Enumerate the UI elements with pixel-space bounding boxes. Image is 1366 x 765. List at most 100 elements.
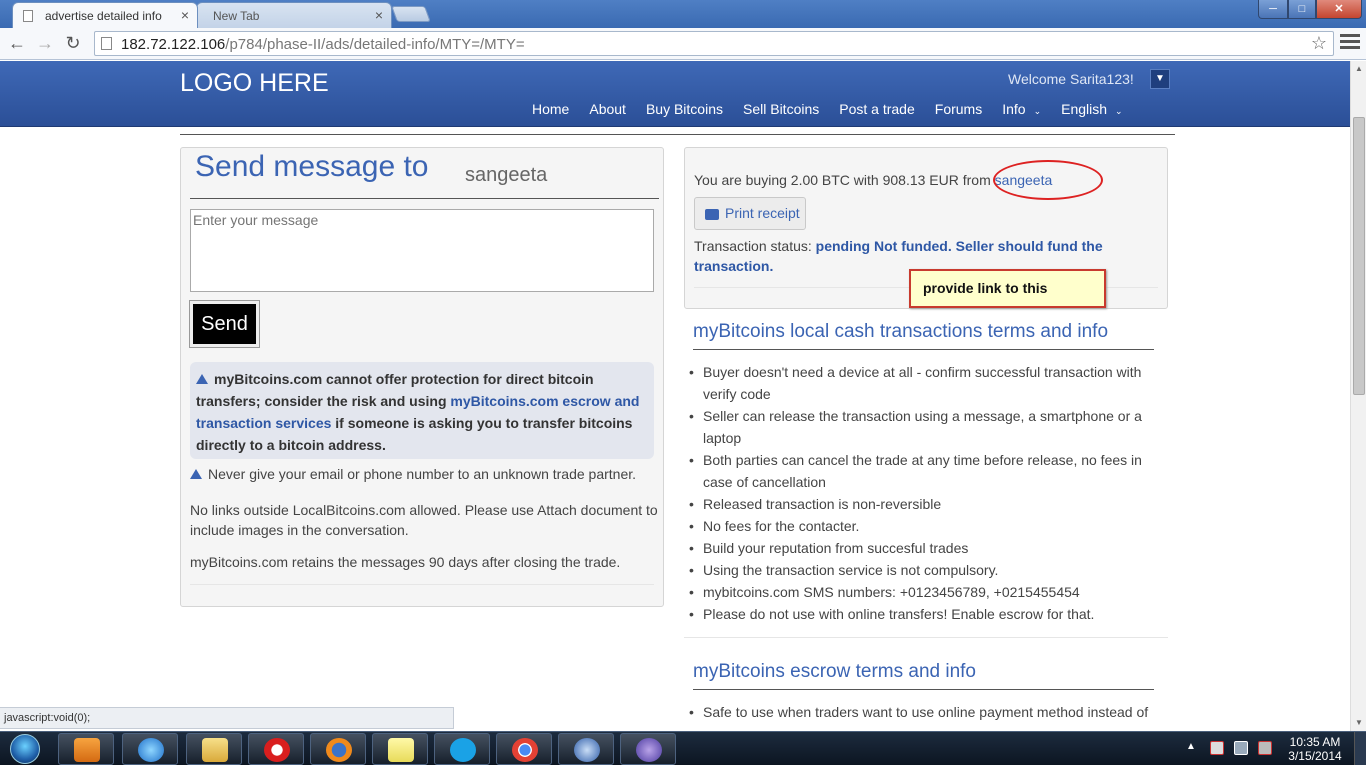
firefox-icon [326,738,352,762]
chrome-icon [512,738,538,762]
panel-divider [190,584,654,585]
annotation-oval [993,160,1103,200]
volume-muted-icon[interactable] [1258,741,1272,755]
back-arrow-icon[interactable]: ← [6,32,28,54]
print-receipt-button[interactable]: Print receipt [694,197,806,230]
page-scrollbar[interactable]: ▲ ▼ [1350,61,1366,731]
nav-language-label: English [1061,101,1108,117]
print-receipt-label: Print receipt [725,205,800,221]
media-player-icon [74,738,100,762]
windows-logo-icon [10,734,40,764]
list-item: Both parties can cancel the trade at any… [689,449,1158,493]
close-window-button[interactable]: ✕ [1316,0,1362,19]
forward-arrow-icon[interactable]: → [34,32,56,54]
list-item: Build your reputation from succesful tra… [689,537,1158,559]
taskbar-skype[interactable] [434,733,490,765]
taskbar-internet-explorer[interactable] [122,733,178,765]
url-host: 182.72.122.106 [121,36,226,53]
start-button[interactable] [4,732,44,765]
folder-icon [202,738,228,762]
swirl-app-icon [636,738,662,762]
status-bubble: javascript:void(0); [0,707,454,729]
chevron-down-icon: ⌄ [1033,106,1042,116]
escrow-warning: myBitcoins.com cannot offer protection f… [190,362,654,459]
nav-info-label: Info [1002,101,1026,117]
tab-new-tab[interactable]: New Tab × [196,2,392,28]
welcome-user[interactable]: Welcome Sarita123! [1008,71,1134,87]
message-recipient: sangeeta [465,164,548,186]
taskbar-chrome[interactable] [496,733,552,765]
tab-advertise-detailed-info[interactable]: advertise detailed info × [12,2,198,28]
taskbar-sticky-notes[interactable] [372,733,428,765]
network-icon[interactable] [1234,741,1248,755]
taskbar-file-explorer[interactable] [186,733,242,765]
tab-title: advertise detailed info [45,9,162,23]
browser-toolbar: ← → ↻ 182.72.122.106/p784/phase-II/ads/d… [0,28,1366,60]
list-item: Please do not use with online transfers!… [689,603,1158,625]
skype-icon [450,738,476,762]
internet-explorer-icon [138,738,164,762]
sticky-notes-icon [388,738,414,762]
escrow-title-divider [693,689,1154,690]
nav-language[interactable]: English ⌄ [1061,101,1122,117]
scroll-down-arrow-icon[interactable]: ▼ [1351,715,1366,731]
taskbar-media-player[interactable] [58,733,114,765]
status-label: Transaction status: [694,238,816,254]
nav-post-a-trade[interactable]: Post a trade [839,101,915,117]
system-clock[interactable]: 10:35 AM 3/15/2014 [1284,735,1346,763]
list-item: Safe to use when traders want to use onl… [689,701,1158,723]
new-tab-button[interactable] [391,6,431,22]
page-viewport: LOGO HERE Welcome Sarita123! ▼ Home Abou… [0,61,1350,731]
chevron-down-icon: ⌄ [1115,106,1123,116]
main-nav: Home About Buy Bitcoins Sell Bitcoins Po… [532,101,1123,117]
taskbar-thunderbird[interactable] [558,733,614,765]
show-desktop-button[interactable] [1354,732,1366,765]
user-menu-caret-icon[interactable]: ▼ [1150,69,1170,89]
tray-expand-icon[interactable]: ▲ [1186,741,1196,752]
maximize-button[interactable]: □ [1288,0,1316,19]
send-button[interactable]: Send [189,300,260,348]
taskbar-opera[interactable] [248,733,304,765]
escrow-list: Safe to use when traders want to use onl… [689,701,1158,723]
clock-time: 10:35 AM [1289,735,1341,749]
list-item: Using the transaction service is not com… [689,559,1158,581]
nav-forums[interactable]: Forums [935,101,982,117]
taskbar-firefox[interactable] [310,733,366,765]
nav-about[interactable]: About [589,101,626,117]
browser-menu-icon[interactable] [1340,34,1360,52]
list-item: Released transaction is non-reversible [689,493,1158,515]
taskbar-app[interactable] [620,733,676,765]
message-panel: Send message to sangeeta Send myBitcoins… [180,147,664,607]
list-item: Buyer doesn't need a device at all - con… [689,361,1158,405]
annotation-note: provide link to this [909,269,1106,308]
section-divider [684,637,1168,638]
title-divider [190,198,659,199]
thunderbird-icon [574,738,600,762]
address-url[interactable]: 182.72.122.106/p784/phase-II/ads/detaile… [121,36,525,53]
escrow-title: myBitcoins escrow terms and info [693,661,976,682]
browser-tab-bar: advertise detailed info × New Tab × ─ □ … [0,0,1366,28]
bookmark-star-icon[interactable]: ☆ [1311,33,1327,54]
nav-sell-bitcoins[interactable]: Sell Bitcoins [743,101,819,117]
reload-icon[interactable]: ↻ [62,32,84,54]
tab-close-icon[interactable]: × [181,7,189,23]
message-input[interactable] [190,209,654,292]
list-item: mybitcoins.com SMS numbers: +0123456789,… [689,581,1158,603]
address-bar[interactable]: 182.72.122.106/p784/phase-II/ads/detaile… [94,31,1334,56]
scroll-up-arrow-icon[interactable]: ▲ [1351,61,1366,77]
nav-info[interactable]: Info ⌄ [1002,101,1041,117]
action-center-flag-icon[interactable] [1210,741,1224,755]
list-item: Seller can release the transaction using… [689,405,1158,449]
page-icon [101,37,112,50]
scroll-thumb[interactable] [1353,117,1365,395]
url-path: /p784/phase-II/ads/detailed-info/MTY=/MT… [225,36,525,53]
nav-buy-bitcoins[interactable]: Buy Bitcoins [646,101,723,117]
tab-close-icon[interactable]: × [375,7,383,23]
tip-email: Never give your email or phone number to… [190,466,636,482]
nav-home[interactable]: Home [532,101,569,117]
site-logo[interactable]: LOGO HERE [180,69,329,98]
minimize-button[interactable]: ─ [1258,0,1288,19]
trade-summary-text: You are buying 2.00 BTC with 908.13 EUR … [694,172,995,188]
tab-title: New Tab [213,9,260,23]
terms-title-divider [693,349,1154,350]
